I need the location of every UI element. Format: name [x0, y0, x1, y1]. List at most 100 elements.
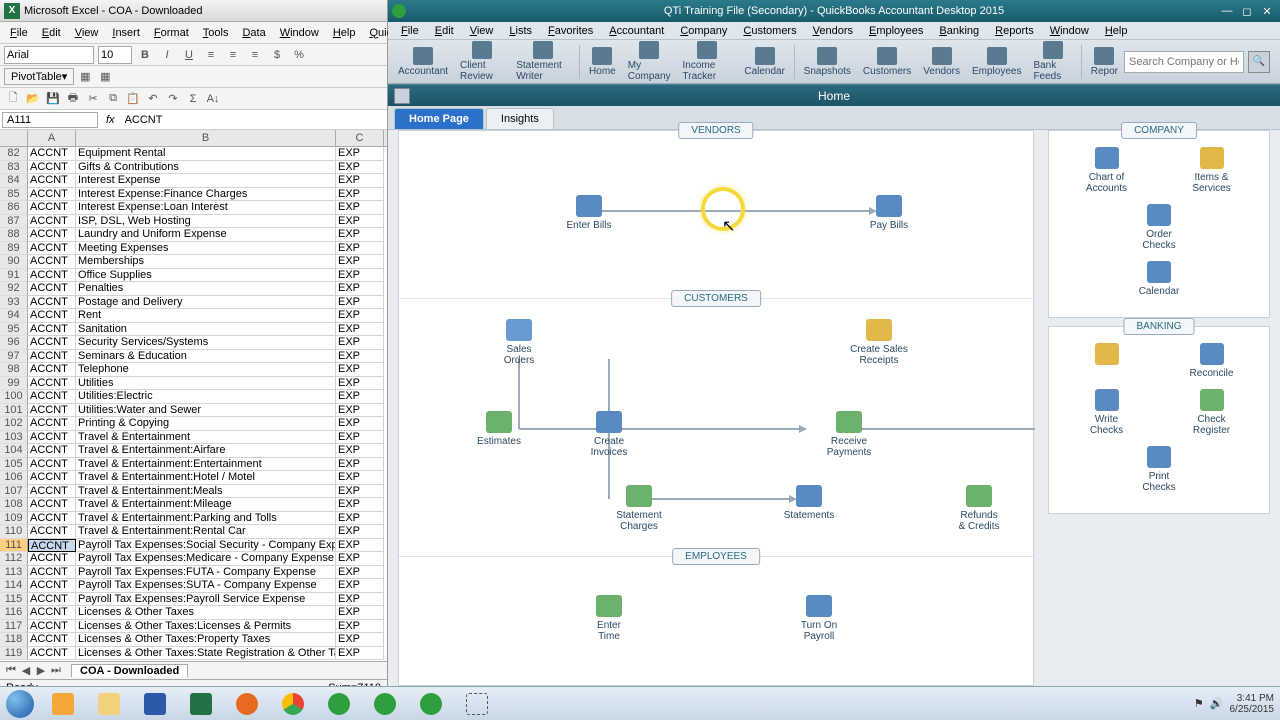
print-checks-button[interactable]: Print Checks: [1069, 446, 1249, 493]
taskbar-snip[interactable]: [455, 690, 499, 718]
cell[interactable]: ACCNT: [28, 647, 76, 661]
cell[interactable]: ACCNT: [28, 161, 76, 175]
row-header[interactable]: 103: [0, 431, 28, 445]
cell[interactable]: EXP: [336, 498, 384, 512]
qb-menu-window[interactable]: Window: [1043, 24, 1096, 38]
cell[interactable]: ISP, DSL, Web Hosting: [76, 215, 336, 229]
table-row[interactable]: 100ACCNTUtilities:ElectricEXP: [0, 390, 387, 404]
qb-menu-accountant[interactable]: Accountant: [602, 24, 671, 38]
table-row[interactable]: 107ACCNTTravel & Entertainment:MealsEXP: [0, 485, 387, 499]
row-header[interactable]: 92: [0, 282, 28, 296]
excel-menu-data[interactable]: Data: [236, 25, 271, 41]
row-header[interactable]: 94: [0, 309, 28, 323]
row-header[interactable]: 90: [0, 255, 28, 269]
underline-button[interactable]: U: [180, 46, 198, 64]
row-header[interactable]: 100: [0, 390, 28, 404]
autosum-icon[interactable]: Σ: [184, 90, 202, 108]
row-header[interactable]: 110: [0, 525, 28, 539]
sales-orders-button[interactable]: Sales Orders: [479, 319, 559, 366]
enter-time-button[interactable]: Enter Time: [569, 595, 649, 642]
redo-icon[interactable]: ↷: [164, 90, 182, 108]
iconbar-bank-feeds[interactable]: Bank Feeds: [1027, 39, 1078, 84]
align-right-icon[interactable]: ≡: [246, 46, 264, 64]
iconbar-vendors[interactable]: Vendors: [917, 45, 966, 79]
cell[interactable]: EXP: [336, 633, 384, 647]
cell[interactable]: Office Supplies: [76, 269, 336, 283]
row-header[interactable]: 119: [0, 647, 28, 661]
cell[interactable]: Payroll Tax Expenses:Payroll Service Exp…: [76, 593, 336, 607]
table-row[interactable]: 106ACCNTTravel & Entertainment:Hotel / M…: [0, 471, 387, 485]
tab-home-page[interactable]: Home Page: [394, 108, 484, 129]
back-button[interactable]: [394, 88, 410, 104]
maximize-icon[interactable]: ◻: [1238, 4, 1256, 18]
cell[interactable]: ACCNT: [28, 309, 76, 323]
cell[interactable]: ACCNT: [28, 255, 76, 269]
taskbar-outlook[interactable]: [41, 690, 85, 718]
open-icon[interactable]: 📂: [24, 90, 42, 108]
excel-menu-insert[interactable]: Insert: [106, 25, 146, 41]
table-row[interactable]: 114ACCNTPayroll Tax Expenses:SUTA - Comp…: [0, 579, 387, 593]
write-checks-button[interactable]: Write Checks: [1062, 389, 1152, 436]
enter-bills-button[interactable]: Enter Bills: [549, 195, 629, 231]
cell[interactable]: Travel & Entertainment:Hotel / Motel: [76, 471, 336, 485]
cell[interactable]: EXP: [336, 417, 384, 431]
excel-sheet-tabs[interactable]: ⏮◀▶⏭ COA - Downloaded: [0, 661, 387, 679]
row-header[interactable]: 101: [0, 404, 28, 418]
cell[interactable]: ACCNT: [28, 566, 76, 580]
table-row[interactable]: 84ACCNTInterest ExpenseEXP: [0, 174, 387, 188]
cell[interactable]: ACCNT: [28, 552, 76, 566]
qb-menu-banking[interactable]: Banking: [932, 24, 986, 38]
cell[interactable]: EXP: [336, 566, 384, 580]
table-row[interactable]: 116ACCNTLicenses & Other TaxesEXP: [0, 606, 387, 620]
excel-menu-edit[interactable]: Edit: [36, 25, 67, 41]
iconbar-snapshots[interactable]: Snapshots: [798, 45, 857, 79]
cell[interactable]: EXP: [336, 539, 384, 553]
cell[interactable]: ACCNT: [28, 282, 76, 296]
pivottable-button[interactable]: PivotTable▾: [4, 68, 74, 85]
qb-menu-customers[interactable]: Customers: [736, 24, 803, 38]
cell[interactable]: Licenses & Other Taxes: [76, 606, 336, 620]
fx-icon[interactable]: fx: [106, 114, 115, 126]
cell[interactable]: ACCNT: [28, 377, 76, 391]
pay-bills-button[interactable]: Pay Bills: [849, 195, 929, 231]
cell[interactable]: ACCNT: [28, 336, 76, 350]
cell[interactable]: Travel & Entertainment:Mileage: [76, 498, 336, 512]
cell[interactable]: ACCNT: [28, 606, 76, 620]
cell[interactable]: EXP: [336, 296, 384, 310]
excel-pivot-toolbar[interactable]: PivotTable▾ ▦ ▦: [0, 66, 387, 88]
table-row[interactable]: 94ACCNTRentEXP: [0, 309, 387, 323]
row-header[interactable]: 116: [0, 606, 28, 620]
items-services-button[interactable]: Items & Services: [1167, 147, 1257, 194]
cell[interactable]: EXP: [336, 647, 384, 661]
cell[interactable]: Utilities:Water and Sewer: [76, 404, 336, 418]
qb-menu-vendors[interactable]: Vendors: [806, 24, 860, 38]
iconbar-customers[interactable]: Customers: [857, 45, 917, 79]
cell[interactable]: ACCNT: [28, 458, 76, 472]
cell[interactable]: EXP: [336, 282, 384, 296]
table-row[interactable]: 95ACCNTSanitationEXP: [0, 323, 387, 337]
cell[interactable]: ACCNT: [28, 593, 76, 607]
cell[interactable]: Printing & Copying: [76, 417, 336, 431]
copy-icon[interactable]: ⧉: [104, 90, 122, 108]
cell[interactable]: EXP: [336, 377, 384, 391]
cell[interactable]: ACCNT: [28, 579, 76, 593]
taskbar-firefox[interactable]: [225, 690, 269, 718]
chart-of-accounts-button[interactable]: Chart of Accounts: [1062, 147, 1152, 194]
search-button[interactable]: 🔍: [1248, 51, 1270, 73]
create-sales-receipts-button[interactable]: Create Sales Receipts: [839, 319, 919, 366]
table-row[interactable]: 105ACCNTTravel & Entertainment:Entertain…: [0, 458, 387, 472]
align-center-icon[interactable]: ≡: [224, 46, 242, 64]
cell[interactable]: EXP: [336, 309, 384, 323]
cell[interactable]: ACCNT: [28, 269, 76, 283]
cell[interactable]: EXP: [336, 404, 384, 418]
cell[interactable]: Travel & Entertainment:Airfare: [76, 444, 336, 458]
table-row[interactable]: 117ACCNTLicenses & Other Taxes:Licenses …: [0, 620, 387, 634]
cell[interactable]: EXP: [336, 363, 384, 377]
cell[interactable]: ACCNT: [28, 512, 76, 526]
new-icon[interactable]: 🗋: [4, 90, 22, 108]
cell[interactable]: EXP: [336, 215, 384, 229]
toolbar-icon[interactable]: ▦: [96, 68, 114, 86]
save-icon[interactable]: 💾: [44, 90, 62, 108]
create-invoices-button[interactable]: Create Invoices: [569, 411, 649, 458]
cell[interactable]: ACCNT: [28, 390, 76, 404]
